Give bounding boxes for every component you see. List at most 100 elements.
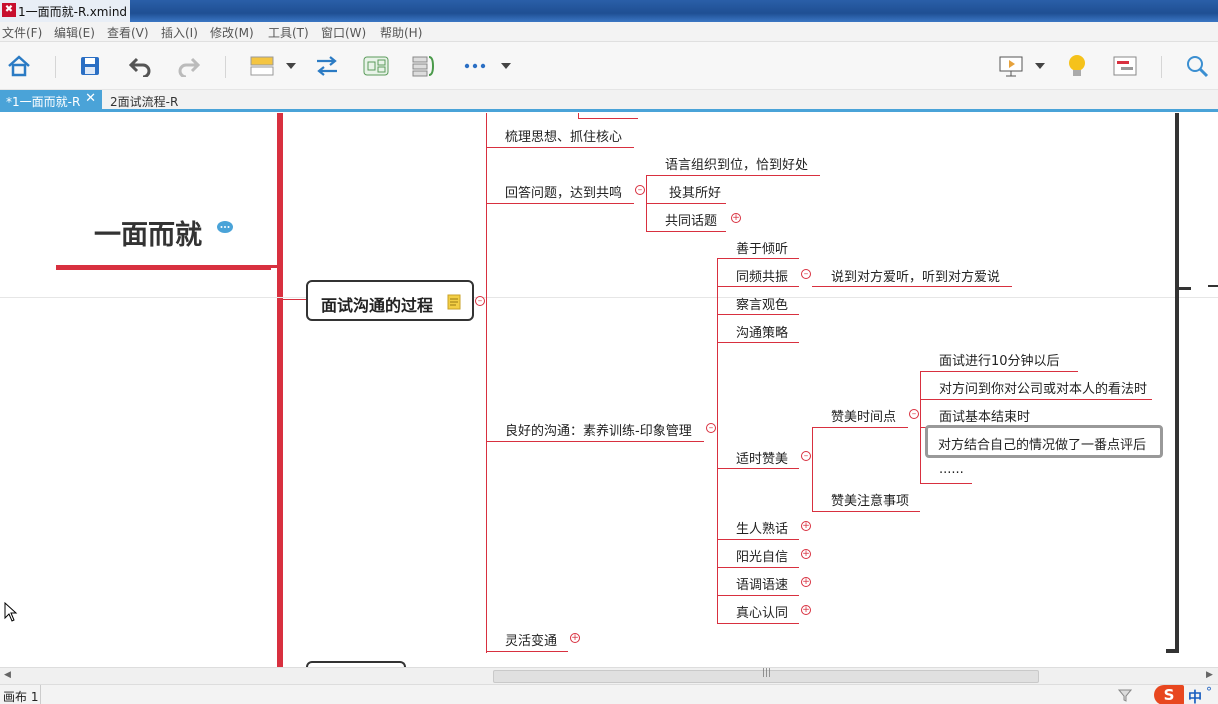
scrollbar-thumb[interactable]: ||| bbox=[493, 668, 1039, 683]
tab-yimianerjiu[interactable]: *1一面而就-R ✕ bbox=[0, 90, 102, 109]
gantt-icon bbox=[1113, 56, 1137, 76]
ime-punct-icon[interactable]: ° bbox=[1206, 685, 1212, 699]
topic-t3g[interactable]: 阳光自信 bbox=[736, 546, 788, 565]
horizontal-scrollbar[interactable]: ◀ ||| ▶ bbox=[0, 667, 1218, 684]
canvas-label[interactable]: 画布 1 bbox=[3, 688, 38, 704]
menu-insert[interactable]: 插入(I) bbox=[161, 24, 198, 41]
topic-t3b[interactable]: 同频共振 bbox=[736, 266, 788, 285]
topic-t3e1c[interactable]: 面试基本结束时 bbox=[939, 406, 1030, 425]
xmind-window: ✖ 1一面而就-R.xmind 文件(F) 编辑(E) 查看(V) 插入(I) … bbox=[0, 0, 1218, 704]
summary-button[interactable] bbox=[410, 52, 438, 80]
collapse-toggle[interactable]: – bbox=[801, 451, 811, 461]
collapse-toggle[interactable]: – bbox=[635, 185, 645, 195]
filter-icon[interactable] bbox=[1118, 688, 1132, 702]
close-icon[interactable]: ✕ bbox=[85, 91, 96, 106]
expand-toggle[interactable]: + bbox=[570, 633, 580, 643]
title-bar: ✖ 1一面而就-R.xmind bbox=[0, 0, 1218, 22]
topic-t3e2[interactable]: 赞美注意事项 bbox=[831, 490, 909, 509]
topic-t2c[interactable]: 共同话题 bbox=[665, 210, 717, 229]
expand-toggle[interactable]: + bbox=[801, 577, 811, 587]
redo-icon bbox=[178, 57, 200, 77]
more-dropdown[interactable] bbox=[497, 52, 515, 80]
undo-button[interactable] bbox=[126, 52, 154, 80]
branch-topic-box[interactable]: 面试沟通的过程 bbox=[306, 280, 474, 321]
topic-t3c[interactable]: 察言观色 bbox=[736, 294, 788, 313]
status-bar: 画布 1 S 中 ° bbox=[0, 684, 1218, 704]
menu-window[interactable]: 窗口(W) bbox=[321, 24, 366, 41]
topic-t2b[interactable]: 投其所好 bbox=[669, 182, 721, 201]
expand-toggle[interactable]: + bbox=[801, 605, 811, 615]
gantt-button[interactable] bbox=[1111, 52, 1139, 80]
topic-t3d[interactable]: 沟通策略 bbox=[736, 322, 788, 341]
trunk-line bbox=[277, 113, 283, 667]
brainstorm-button[interactable] bbox=[1063, 52, 1091, 80]
chevron-down-icon bbox=[286, 63, 296, 69]
topic-t3f[interactable]: 生人熟话 bbox=[736, 518, 788, 537]
topic-t3e1a[interactable]: 面试进行10分钟以后 bbox=[939, 350, 1060, 369]
home-icon bbox=[8, 55, 30, 77]
comment-icon[interactable] bbox=[216, 220, 234, 234]
presentation-icon bbox=[999, 56, 1023, 77]
topic-t2[interactable]: 回答问题，达到共鸣 bbox=[505, 182, 622, 201]
selected-topic-frame[interactable]: 对方结合自己的情况做了一番点评后 bbox=[925, 425, 1163, 458]
collapse-toggle[interactable]: – bbox=[706, 423, 716, 433]
more-icon bbox=[464, 63, 486, 69]
note-icon[interactable] bbox=[447, 294, 461, 310]
chevron-down-icon bbox=[501, 63, 511, 69]
topic-t3[interactable]: 良好的沟通：素养训练-印象管理 bbox=[505, 420, 692, 439]
topic-icon bbox=[250, 56, 274, 76]
save-icon bbox=[81, 57, 99, 75]
menu-view[interactable]: 查看(V) bbox=[107, 24, 149, 41]
scroll-right-icon[interactable]: ▶ bbox=[1206, 670, 1213, 680]
tab-mianshi-liucheng[interactable]: 2面试流程-R bbox=[104, 90, 184, 109]
tab-label: 2面试流程-R bbox=[110, 95, 179, 109]
topic-t3e1b[interactable]: 对方问到你对公司或对本人的看法时 bbox=[939, 378, 1147, 397]
more-button[interactable] bbox=[461, 52, 489, 80]
summary-icon bbox=[412, 56, 435, 77]
topic-t3b1[interactable]: 说到对方爱听，听到对方爱说 bbox=[831, 266, 1000, 285]
topic-t3e1d: 对方结合自己的情况做了一番点评后 bbox=[938, 438, 1147, 453]
menu-bar: 文件(F) 编辑(E) 查看(V) 插入(I) 修改(M) 工具(T) 窗口(W… bbox=[0, 22, 1218, 42]
summary-bracket bbox=[1175, 113, 1179, 653]
scroll-left-icon[interactable]: ◀ bbox=[4, 670, 11, 680]
topic-dropdown[interactable] bbox=[282, 52, 300, 80]
topic-t3h[interactable]: 语调语速 bbox=[736, 574, 788, 593]
root-underline bbox=[56, 265, 271, 270]
boundary-button[interactable] bbox=[362, 52, 390, 80]
presentation-button[interactable] bbox=[997, 52, 1025, 80]
redo-button[interactable] bbox=[175, 52, 203, 80]
expand-toggle[interactable]: + bbox=[731, 213, 741, 223]
topic-t3e1[interactable]: 赞美时间点 bbox=[831, 406, 896, 425]
topic-t3a[interactable]: 善于倾听 bbox=[736, 238, 788, 257]
expand-toggle[interactable]: + bbox=[801, 549, 811, 559]
menu-help[interactable]: 帮助(H) bbox=[380, 24, 422, 41]
xmind-app-icon: ✖ bbox=[2, 3, 16, 17]
search-button[interactable] bbox=[1183, 52, 1211, 80]
menu-edit[interactable]: 编辑(E) bbox=[54, 24, 95, 41]
mindmap-canvas[interactable]: 一面而就 面试沟通的过程 – 梳理思想、抓住核心 回答问题，达到共鸣 – 语言组… bbox=[0, 113, 1218, 667]
collapse-toggle[interactable]: – bbox=[909, 409, 919, 419]
menu-file[interactable]: 文件(F) bbox=[2, 24, 42, 41]
menu-modify[interactable]: 修改(M) bbox=[210, 24, 254, 41]
chevron-down-icon bbox=[1035, 63, 1045, 69]
topic-t2a[interactable]: 语言组织到位，恰到好处 bbox=[665, 154, 808, 173]
collapse-toggle[interactable]: – bbox=[801, 269, 811, 279]
expand-toggle[interactable]: + bbox=[801, 521, 811, 531]
relationship-button[interactable] bbox=[313, 52, 341, 80]
root-topic[interactable]: 一面而就 bbox=[94, 213, 202, 252]
relationship-icon bbox=[317, 56, 337, 76]
collapse-toggle[interactable]: – bbox=[475, 296, 485, 306]
topic-t3i[interactable]: 真心认同 bbox=[736, 602, 788, 621]
menu-tools[interactable]: 工具(T) bbox=[268, 24, 309, 41]
tab-label: *1一面而就-R bbox=[6, 95, 81, 109]
ime-mode-label[interactable]: 中 bbox=[1188, 687, 1202, 704]
topic-insert-button[interactable] bbox=[248, 52, 276, 80]
sogou-ime-icon[interactable]: S bbox=[1154, 685, 1184, 704]
topic-t1[interactable]: 梳理思想、抓住核心 bbox=[505, 126, 622, 145]
topic-t4[interactable]: 灵活变通 bbox=[505, 630, 557, 649]
topic-t3e[interactable]: 适时赞美 bbox=[736, 448, 788, 467]
save-button[interactable] bbox=[76, 52, 104, 80]
home-button[interactable] bbox=[5, 52, 33, 80]
topic-t3e1e[interactable]: ...... bbox=[939, 462, 964, 477]
presentation-dropdown[interactable] bbox=[1031, 52, 1049, 80]
